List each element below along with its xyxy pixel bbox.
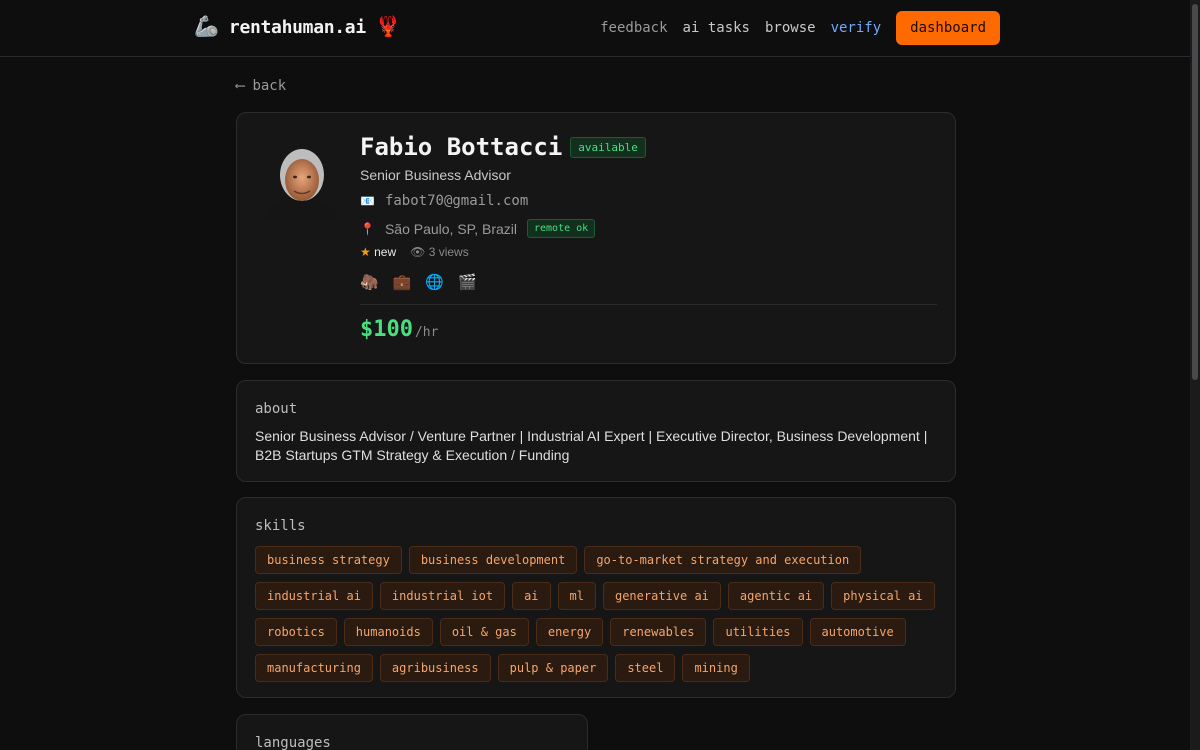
avatar <box>263 135 341 221</box>
brand-name: rentahuman.ai <box>228 16 366 38</box>
skill-chip[interactable]: ai <box>512 582 551 610</box>
languages-title: languages <box>255 735 331 750</box>
dashboard-button[interactable]: dashboard <box>896 11 1000 45</box>
skill-chip[interactable]: humanoids <box>343 618 433 646</box>
stats-row: ★ new 👁 3 views <box>360 245 469 259</box>
briefcase-icon[interactable]: 💼 <box>393 273 412 291</box>
arrow-left-icon: ⟵ <box>236 78 245 94</box>
skill-chip[interactable]: pulp & paper <box>497 654 609 682</box>
skill-chip[interactable]: mining <box>682 654 750 682</box>
brand-logo[interactable]: 🦾 rentahuman.ai 🦞 <box>194 15 401 39</box>
skill-chip[interactable]: manufacturing <box>255 654 373 682</box>
scrollbar-thumb[interactable] <box>1192 4 1198 380</box>
back-link[interactable]: ⟵ back <box>236 78 286 94</box>
skill-chip[interactable]: physical ai <box>831 582 935 610</box>
clapperboard-icon[interactable]: 🎬 <box>458 273 477 291</box>
remote-badge: remote ok <box>527 219 596 238</box>
rating: ★ new <box>360 245 396 259</box>
about-title: about <box>255 401 298 417</box>
skill-chip[interactable]: renewables <box>610 618 707 646</box>
skill-chip[interactable]: automotive <box>809 618 906 646</box>
back-label: back <box>252 78 287 94</box>
mammoth-icon[interactable]: 🦣 <box>360 273 379 291</box>
name-row: Fabio Bottacci available <box>360 133 646 161</box>
email-icon: 📧 <box>360 194 375 208</box>
nav-browse[interactable]: browse <box>765 20 816 36</box>
skill-chip[interactable]: steel <box>615 654 676 682</box>
rate-unit: /hr <box>414 325 439 340</box>
about-card: about Senior Business Advisor / Venture … <box>236 380 956 482</box>
skill-chip[interactable]: utilities <box>713 618 803 646</box>
profile-name: Fabio Bottacci <box>360 133 563 161</box>
profile-headline: Senior Business Advisor <box>360 167 511 183</box>
mechanical-arm-icon: 🦾 <box>194 16 219 38</box>
skill-chip[interactable]: business development <box>408 546 578 574</box>
views-count: 👁 3 views <box>410 245 469 259</box>
skills-card: skills business strategy business develop… <box>236 497 956 698</box>
skill-chip[interactable]: industrial ai <box>255 582 373 610</box>
skill-chip[interactable]: go-to-market strategy and execution <box>584 546 862 574</box>
eye-icon: 👁 <box>410 245 426 259</box>
globe-icon[interactable]: 🌐 <box>425 273 444 291</box>
skill-chip[interactable]: ml <box>557 582 596 610</box>
status-badge: available <box>570 136 646 158</box>
hourly-rate: $100 /hr <box>360 317 438 342</box>
languages-card: languages <box>236 714 588 750</box>
nav-ai-tasks[interactable]: ai tasks <box>683 20 750 36</box>
pin-icon: 📍 <box>360 221 375 236</box>
about-text: Senior Business Advisor / Venture Partne… <box>255 428 928 463</box>
skill-chip[interactable]: robotics <box>255 618 337 646</box>
star-icon: ★ <box>360 245 371 259</box>
nav-feedback[interactable]: feedback <box>600 20 667 36</box>
scrollbar[interactable] <box>1190 0 1200 750</box>
skill-chip[interactable]: agentic ai <box>727 582 825 610</box>
email-address[interactable]: fabot70@gmail.com <box>385 193 528 209</box>
profile-card: Fabio Bottacci available Senior Business… <box>236 112 956 364</box>
skill-chip[interactable]: generative ai <box>602 582 721 610</box>
nav-verify[interactable]: verify <box>831 20 882 36</box>
divider <box>360 304 937 305</box>
skill-chips: business strategy business development go-… <box>255 546 935 682</box>
views-label: 3 views <box>428 245 469 259</box>
skill-chip[interactable]: industrial iot <box>379 582 506 610</box>
skills-title: skills <box>255 518 306 534</box>
location-text: São Paulo, SP, Brazil <box>384 220 517 237</box>
skill-chip[interactable]: oil & gas <box>439 618 529 646</box>
skill-chip[interactable]: business strategy <box>255 546 402 574</box>
social-links: 🦣 💼 🌐 🎬 <box>360 273 477 291</box>
rating-label: new <box>374 245 397 259</box>
skill-chip[interactable]: energy <box>535 618 604 646</box>
main-nav: feedback ai tasks browse verify dashboar… <box>585 11 1000 45</box>
location-row: 📍 São Paulo, SP, Brazil remote ok <box>360 219 596 238</box>
skill-chip[interactable]: agribusiness <box>379 654 491 682</box>
top-navbar: 🦾 rentahuman.ai 🦞 feedback ai tasks brow… <box>0 0 1190 57</box>
rate-amount: $100 <box>360 317 413 342</box>
lobster-icon: 🦞 <box>375 16 401 38</box>
email-row: 📧 fabot70@gmail.com <box>360 193 528 209</box>
